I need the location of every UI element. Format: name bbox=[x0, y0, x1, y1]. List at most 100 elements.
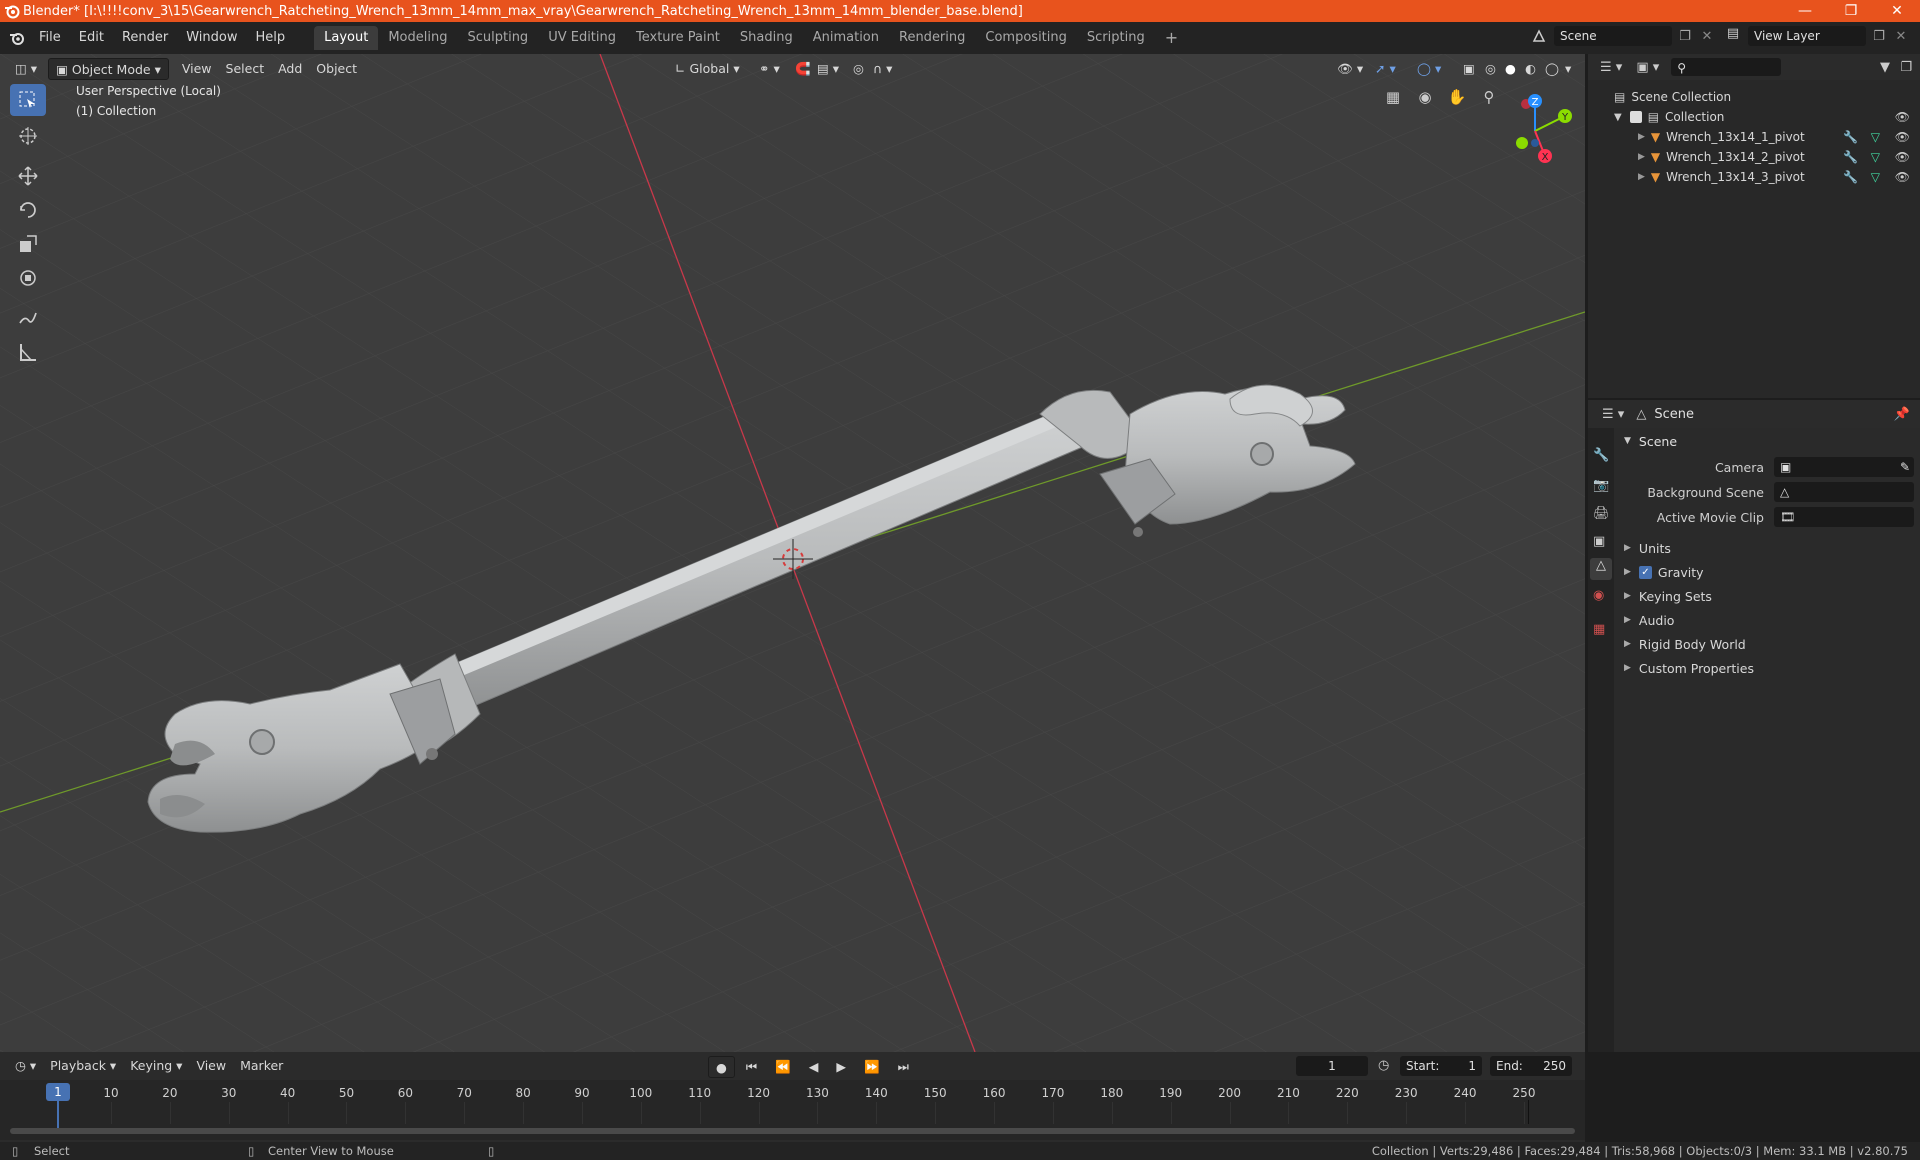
jump-keyframe-forward-button[interactable]: ⏩ bbox=[857, 1056, 887, 1078]
close-button[interactable]: ✕ bbox=[1874, 0, 1920, 22]
3d-viewport[interactable]: User Perspective (Local) (1) Collection … bbox=[0, 54, 1585, 1052]
outliner-object[interactable]: ▶ ▼ Wrench_13x14_1_pivot 🔧 ▽ 👁 bbox=[1588, 127, 1920, 147]
transform-tool[interactable] bbox=[10, 262, 46, 294]
rotate-tool[interactable] bbox=[10, 194, 46, 226]
start-frame-field[interactable]: Start: 1 bbox=[1400, 1056, 1482, 1076]
playback-menu[interactable]: Playback ▾ bbox=[43, 1055, 123, 1077]
menu-object[interactable]: Object bbox=[309, 58, 364, 80]
new-scene-icon[interactable]: ❐ bbox=[1676, 29, 1694, 44]
blender-menu-icon[interactable] bbox=[8, 29, 26, 47]
timeline-scrollbar[interactable] bbox=[10, 1128, 1575, 1134]
outliner-editor-type-icon[interactable]: ☰ ▾ bbox=[1600, 60, 1622, 75]
menu-render[interactable]: Render bbox=[113, 26, 177, 50]
transform-orientation-dropdown[interactable]: ∟ Global ▾ bbox=[668, 58, 747, 80]
delete-view-layer-icon[interactable]: ✕ bbox=[1892, 29, 1910, 44]
world-tab-icon[interactable]: ◉ bbox=[1593, 588, 1604, 603]
jump-end-button[interactable]: ⏭ bbox=[891, 1056, 916, 1078]
outliner-collection[interactable]: ▼ ▤ Collection 👁 bbox=[1588, 107, 1920, 127]
tab-shading[interactable]: Shading bbox=[730, 26, 803, 50]
pin-icon[interactable]: 📌 bbox=[1894, 407, 1910, 422]
collapse-arrow-icon[interactable]: ▼ bbox=[1614, 112, 1622, 123]
mesh-data-icon[interactable]: ▽ bbox=[1871, 170, 1880, 184]
tab-compositing[interactable]: Compositing bbox=[975, 26, 1077, 50]
scale-tool[interactable] bbox=[10, 228, 46, 260]
toggle-view-grid-icon[interactable]: ▦ bbox=[1382, 88, 1404, 110]
marker-menu[interactable]: Marker bbox=[233, 1055, 290, 1077]
jump-keyframe-back-button[interactable]: ⏪ bbox=[768, 1056, 798, 1078]
properties-editor-type-icon[interactable]: ☰ ▾ bbox=[1602, 407, 1624, 422]
view-layer-icon[interactable]: ▤ bbox=[1722, 26, 1744, 46]
mesh-data-icon[interactable]: ▽ bbox=[1871, 150, 1880, 164]
audio-panel-header[interactable]: ▶ Audio bbox=[1624, 609, 1920, 631]
modifier-wrench-icon[interactable]: 🔧 bbox=[1843, 170, 1858, 184]
tab-modeling[interactable]: Modeling bbox=[378, 26, 457, 50]
add-workspace-icon[interactable]: + bbox=[1155, 26, 1188, 50]
maximize-button[interactable]: ❐ bbox=[1828, 0, 1874, 22]
mesh-data-icon[interactable]: ▽ bbox=[1871, 130, 1880, 144]
timeline-frames-area[interactable]: 1102030405060708090100110120130140150160… bbox=[0, 1080, 1585, 1140]
move-tool[interactable] bbox=[10, 160, 46, 192]
tab-sculpting[interactable]: Sculpting bbox=[457, 26, 538, 50]
delete-scene-icon[interactable]: ✕ bbox=[1698, 29, 1716, 44]
scene-tab-icon[interactable]: △ bbox=[1590, 558, 1612, 580]
outliner-object[interactable]: ▶ ▼ Wrench_13x14_2_pivot 🔧 ▽ 👁 bbox=[1588, 147, 1920, 167]
custom-properties-panel-header[interactable]: ▶ Custom Properties bbox=[1624, 657, 1920, 679]
modifier-wrench-icon[interactable]: 🔧 bbox=[1843, 150, 1858, 164]
tab-uv-editing[interactable]: UV Editing bbox=[538, 26, 626, 50]
new-collection-icon[interactable]: ❐ bbox=[1900, 60, 1912, 75]
modifier-wrench-icon[interactable]: 🔧 bbox=[1843, 130, 1858, 144]
keying-sets-panel-header[interactable]: ▶ Keying Sets bbox=[1624, 585, 1920, 607]
minimize-button[interactable]: — bbox=[1782, 0, 1828, 22]
expand-arrow-icon[interactable]: ▶ bbox=[1638, 152, 1645, 162]
timeline-view-menu[interactable]: View bbox=[189, 1055, 233, 1077]
measure-tool[interactable] bbox=[10, 336, 46, 368]
scene-name-field[interactable]: Scene bbox=[1554, 26, 1672, 46]
menu-view[interactable]: View bbox=[175, 58, 219, 80]
keying-menu[interactable]: Keying ▾ bbox=[123, 1055, 189, 1077]
visibility-eye-icon[interactable]: 👁 bbox=[1895, 150, 1910, 164]
rigid-body-world-panel-header[interactable]: ▶ Rigid Body World bbox=[1624, 633, 1920, 655]
menu-file[interactable]: File bbox=[30, 26, 70, 50]
gizmo-toggle-icon[interactable]: ➚ ▾ bbox=[1368, 58, 1403, 80]
outliner-search-input[interactable]: ⚲ bbox=[1671, 58, 1782, 76]
active-movie-clip-field[interactable]: 🎞 bbox=[1774, 507, 1914, 527]
visibility-eye-icon[interactable]: 👁 bbox=[1895, 170, 1910, 184]
menu-edit[interactable]: Edit bbox=[70, 26, 113, 50]
playhead-frame-badge[interactable]: 1 bbox=[46, 1083, 70, 1101]
tab-rendering[interactable]: Rendering bbox=[889, 26, 975, 50]
cursor-tool[interactable] bbox=[10, 120, 46, 152]
annotate-tool[interactable] bbox=[10, 302, 46, 334]
outliner-scene-collection[interactable]: ▤ Scene Collection bbox=[1588, 87, 1920, 107]
tab-texture-paint[interactable]: Texture Paint bbox=[626, 26, 730, 50]
falloff-icon[interactable]: ∩ ▾ bbox=[866, 58, 899, 80]
jump-start-button[interactable]: ⏮ bbox=[739, 1056, 764, 1078]
tab-layout[interactable]: Layout bbox=[314, 26, 379, 50]
expand-arrow-icon[interactable]: ▶ bbox=[1638, 132, 1645, 142]
play-reverse-button[interactable]: ◀ bbox=[802, 1056, 826, 1078]
visibility-eye-icon[interactable]: 👁 bbox=[1895, 110, 1910, 124]
scene-panel-header[interactable]: ▼ Scene bbox=[1624, 430, 1920, 452]
snap-target-icon[interactable]: ▤ ▾ bbox=[810, 58, 846, 80]
play-button[interactable]: ▶ bbox=[829, 1056, 853, 1078]
select-box-tool[interactable] bbox=[10, 84, 46, 116]
view-layer-tab-icon[interactable]: ▣ bbox=[1593, 534, 1605, 549]
menu-select[interactable]: Select bbox=[219, 58, 272, 80]
filter-icon[interactable]: ▼ bbox=[1880, 60, 1890, 75]
gravity-panel-header[interactable]: ▶ ✓ Gravity bbox=[1624, 561, 1920, 583]
tool-tab-icon[interactable]: 🔧 bbox=[1593, 448, 1609, 463]
new-view-layer-icon[interactable]: ❐ bbox=[1870, 29, 1888, 44]
tab-scripting[interactable]: Scripting bbox=[1077, 26, 1155, 50]
editor-type-icon[interactable]: ◫ ▾ bbox=[8, 58, 44, 80]
visibility-icon[interactable]: 👁 ▾ bbox=[1330, 58, 1370, 80]
navigation-gizmo[interactable]: Z Y X bbox=[1490, 86, 1580, 176]
view-layer-field[interactable]: View Layer bbox=[1748, 26, 1866, 46]
overlays-toggle-icon[interactable]: ◯ ▾ bbox=[1410, 58, 1448, 80]
outliner-object[interactable]: ▶ ▼ Wrench_13x14_3_pivot 🔧 ▽ 👁 bbox=[1588, 167, 1920, 187]
end-frame-field[interactable]: End: 250 bbox=[1490, 1056, 1572, 1076]
pivot-point-icon[interactable]: ⚭ ▾ bbox=[752, 58, 787, 80]
eyedropper-icon[interactable]: ✎ bbox=[1900, 457, 1910, 477]
record-button[interactable]: ● bbox=[708, 1056, 735, 1078]
camera-view-icon[interactable]: ◉ bbox=[1414, 88, 1436, 110]
background-scene-field[interactable]: △ bbox=[1774, 482, 1914, 502]
menu-help[interactable]: Help bbox=[247, 26, 295, 50]
